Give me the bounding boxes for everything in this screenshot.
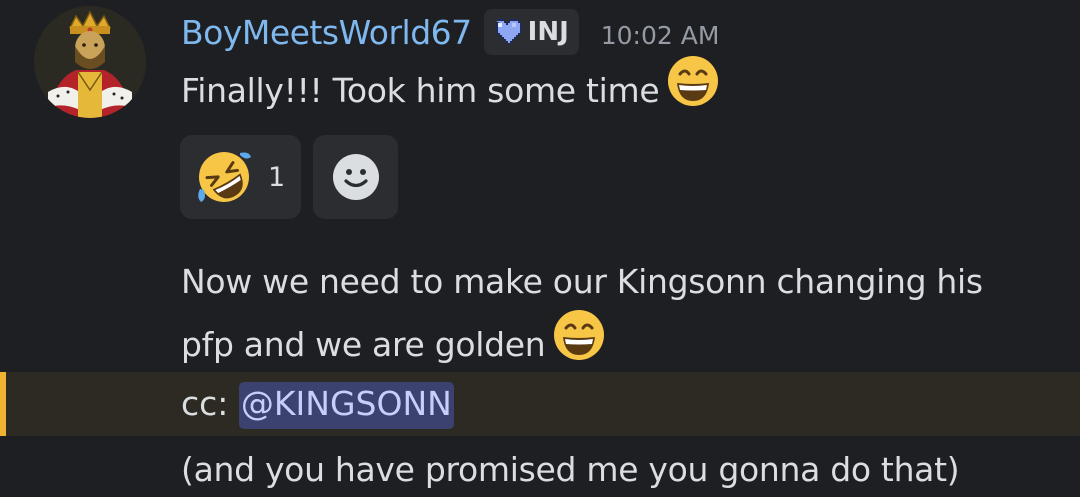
message-header: BoyMeetsWorld67 INJ 10:02 AM [181,6,719,58]
grinning-face-emoji [667,55,719,124]
author-name[interactable]: BoyMeetsWorld67 [181,13,472,52]
reaction-laugh[interactable]: 1 [180,135,301,219]
message-line-1: Finally!!! Took him some time [181,55,719,127]
add-reaction-button[interactable] [313,135,398,219]
reactions-bar: 1 [180,135,398,219]
king-avatar-image [34,6,146,118]
mention-highlight-row: cc: @KINGSONN [0,372,1080,436]
reaction-count: 1 [268,161,286,193]
message-line-2: Now we need to make our Kingsonn changin… [181,254,983,310]
message-line-4: cc: @KINGSONN [181,376,454,432]
avatar[interactable] [34,6,146,118]
mention-highlight-bar [0,372,6,436]
message-line-3: pfp and we are golden [181,309,605,381]
grinning-face-emoji [553,309,605,378]
rolling-on-floor-laughing-emoji [198,152,251,202]
user-mention[interactable]: @KINGSONN [238,382,454,429]
message-text: (and you have promised me you gonna do t… [181,450,960,489]
message-line-5: (and you have promised me you gonna do t… [181,442,960,497]
mention-prefix: cc: [181,384,239,423]
message-text: Now we need to make our Kingsonn changin… [181,262,983,301]
server-tag[interactable]: INJ [483,9,579,55]
timestamp[interactable]: 10:02 AM [601,21,720,50]
pixel-heart-icon [495,19,522,45]
add-reaction-icon [332,154,379,200]
message-text: pfp and we are golden [181,325,546,364]
message-text: Finally!!! Took him some time [181,71,660,110]
server-tag-label: INJ [527,17,569,47]
